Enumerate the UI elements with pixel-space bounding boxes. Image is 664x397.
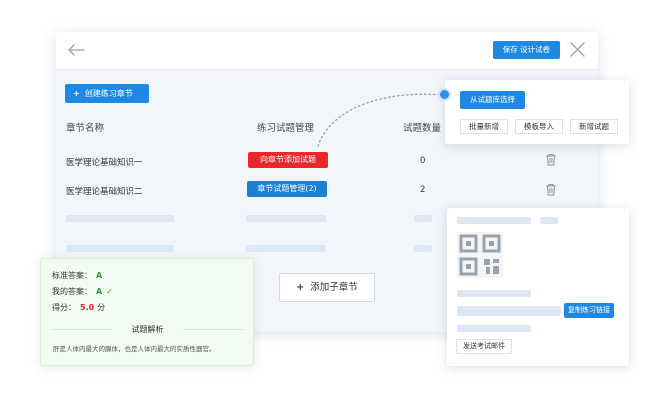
copy-link-button[interactable]: 复制练习链接 <box>564 303 614 318</box>
save-design-button[interactable]: 保存 设计试卷 <box>493 41 560 59</box>
divider <box>50 329 112 330</box>
question-count: 2 <box>420 185 426 195</box>
template-import-button[interactable]: 模板导入 <box>515 119 563 134</box>
my-answer-value: A <box>96 287 103 296</box>
qr-code-icon <box>457 232 503 278</box>
add-questions-button[interactable]: 向章节添加试题 <box>248 152 328 168</box>
dotted-connector <box>317 93 443 147</box>
create-chapter-button[interactable]: + 创建练习章节 <box>65 84 149 103</box>
add-subchapter-button[interactable]: + 添加子章节 <box>279 273 375 302</box>
score: 得分： 5.0 分 <box>52 302 105 313</box>
standard-answer-label: 标准答案： <box>52 271 92 280</box>
skeleton-line <box>66 245 174 252</box>
chapter-name: 医学理论基础知识二 <box>66 187 143 197</box>
back-arrow-icon[interactable] <box>66 40 86 60</box>
select-from-library-button[interactable]: 从试题库选择 <box>460 91 525 109</box>
trash-icon[interactable] <box>545 153 557 166</box>
skeleton-line <box>457 290 531 297</box>
skeleton-line <box>457 325 531 332</box>
plus-icon: + <box>296 282 305 293</box>
question-count: 0 <box>420 156 426 166</box>
create-chapter-label: 创建练习章节 <box>84 89 133 98</box>
close-icon[interactable] <box>569 41 586 58</box>
add-subchapter-label: 添加子章节 <box>310 282 358 293</box>
skeleton-line <box>540 217 558 224</box>
column-header-chapter-name: 章节名称 <box>66 123 105 134</box>
analysis-text: 肝是人体内最大的腺体，也是人体内最大的实质性器官。 <box>53 345 216 353</box>
standard-answer: 标准答案： A <box>52 270 102 281</box>
trash-icon[interactable] <box>545 183 557 196</box>
new-question-button[interactable]: 新增试题 <box>570 119 618 134</box>
send-exam-mail-button[interactable]: 发送考试邮件 <box>456 339 512 354</box>
my-answer: 我的答案： A ✓ <box>52 286 113 297</box>
score-value: 5.0 <box>80 303 95 312</box>
skeleton-line <box>414 215 432 222</box>
batch-add-button[interactable]: 批量新增 <box>460 119 508 134</box>
plus-icon: + <box>73 89 80 98</box>
manage-questions-button[interactable]: 章节试题管理(2) <box>247 181 327 197</box>
link-field <box>457 306 561 316</box>
chapter-name: 医学理论基础知识一 <box>66 158 143 168</box>
skeleton-line <box>457 217 531 224</box>
divider <box>183 329 245 330</box>
skeleton-line <box>414 245 432 252</box>
column-header-question-manage: 练习试题管理 <box>257 123 315 134</box>
score-unit: 分 <box>97 303 106 312</box>
skeleton-line <box>246 245 326 252</box>
skeleton-line <box>246 215 326 222</box>
score-label: 得分： <box>52 303 76 312</box>
standard-answer-value: A <box>96 271 103 280</box>
question-library-popover <box>445 80 629 144</box>
anchor-dot <box>440 90 449 99</box>
my-answer-label: 我的答案： <box>52 287 92 296</box>
analysis-title: 试题解析 <box>131 325 164 334</box>
skeleton-line <box>66 215 174 222</box>
check-icon: ✓ <box>106 287 113 296</box>
